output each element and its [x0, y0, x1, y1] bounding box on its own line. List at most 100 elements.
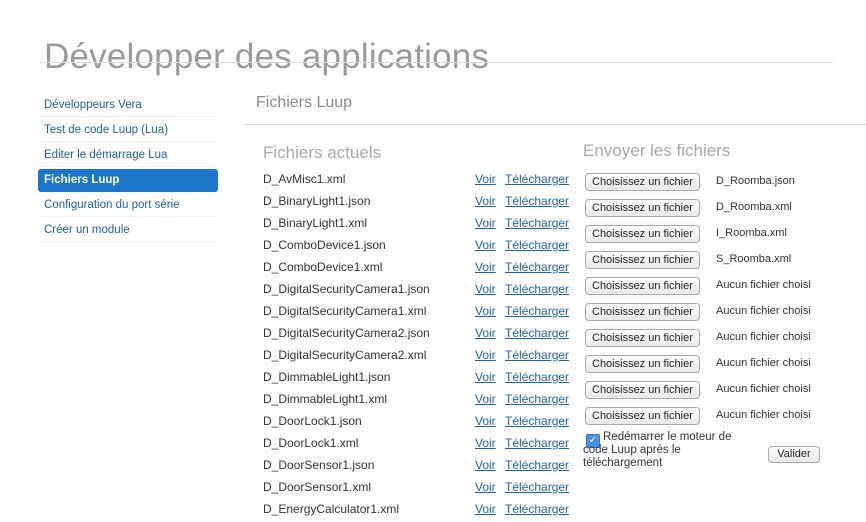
page-title: Développer des applications [44, 37, 490, 77]
choose-file-button[interactable]: Choisissez un fichier [585, 355, 700, 373]
chosen-file-name: Aucun fichier choisi [716, 305, 811, 317]
file-name: D_DigitalSecurityCamera2.json [263, 326, 430, 340]
download-link[interactable]: Télécharger [505, 499, 569, 519]
sidebar-item[interactable]: Editer le démarrage Lua [38, 144, 218, 167]
view-link[interactable]: Voir [475, 411, 496, 431]
file-row: D_DoorSensor1.xml Voir Télécharger [263, 477, 583, 499]
file-name: D_DoorSensor1.xml [263, 480, 372, 494]
file-name: D_ComboDevice1.xml [263, 260, 383, 274]
view-link[interactable]: Voir [475, 433, 496, 453]
upload-row: Choisissez un fichier Aucun fichier chois… [585, 354, 845, 380]
download-link[interactable]: Télécharger [505, 477, 569, 497]
download-link[interactable]: Télécharger [505, 213, 569, 233]
file-row: D_DigitalSecurityCamera2.xml Voir Téléchar… [263, 345, 583, 367]
download-link[interactable]: Télécharger [505, 367, 569, 387]
download-link[interactable]: Télécharger [505, 389, 569, 409]
choose-file-button[interactable]: Choisissez un fichier [585, 407, 700, 425]
download-link[interactable]: Télécharger [505, 323, 569, 343]
current-files-title: Fichiers actuels [263, 143, 382, 162]
file-name: D_DigitalSecurityCamera2.xml [263, 348, 427, 362]
file-row: D_EnergyCalculator1.xml Voir Télécharger [263, 499, 583, 521]
upload-row: Choisissez un fichier D_Roomba.xml [585, 198, 845, 224]
chosen-file-name: I_Roomba.xml [716, 227, 787, 239]
sidebar-item[interactable]: Configuration du port série [38, 194, 218, 217]
download-link[interactable]: Télécharger [505, 279, 569, 299]
view-link[interactable]: Voir [475, 455, 496, 475]
restart-label: Redémarrer le moteur de code Luup après … [583, 431, 732, 469]
file-row: D_ComboDevice1.xml Voir Télécharger [263, 257, 583, 279]
choose-file-button[interactable]: Choisissez un fichier [585, 381, 700, 399]
sidebar-item[interactable]: Test de code Luup (Lua) [38, 119, 218, 142]
view-link[interactable]: Voir [475, 499, 496, 519]
view-link[interactable]: Voir [475, 235, 496, 255]
view-link[interactable]: Voir [475, 191, 496, 211]
choose-file-button[interactable]: Choisissez un fichier [585, 173, 700, 191]
upload-row: Choisissez un fichier I_Roomba.xml [585, 224, 845, 250]
file-name: D_ComboDevice1.json [263, 238, 386, 252]
view-link[interactable]: Voir [475, 323, 496, 343]
file-name: D_DimmableLight1.xml [263, 392, 388, 406]
current-files-list: D_AvMisc1.xml Voir Télécharger D_BinaryLigh… [263, 169, 583, 521]
file-name: D_DoorLock1.json [263, 414, 362, 428]
view-link[interactable]: Voir [475, 213, 496, 233]
view-link[interactable]: Voir [475, 477, 496, 497]
sidebar-item[interactable]: Créer un module [38, 219, 218, 242]
choose-file-button[interactable]: Choisissez un fichier [585, 225, 700, 243]
download-link[interactable]: Télécharger [505, 235, 569, 255]
submit-button[interactable]: Valider [768, 446, 820, 463]
upload-row: Choisissez un fichier Aucun fichier chois… [585, 328, 845, 354]
sidebar-item[interactable]: Développeurs Vera [38, 94, 218, 117]
download-link[interactable]: Télécharger [505, 345, 569, 365]
choose-file-button[interactable]: Choisissez un fichier [585, 199, 700, 217]
file-name: D_DigitalSecurityCamera1.json [263, 282, 430, 296]
file-row: D_DigitalSecurityCamera2.json Voir Télécha… [263, 323, 583, 345]
upload-row: Choisissez un fichier Aucun fichier chois… [585, 276, 845, 302]
download-link[interactable]: Télécharger [505, 191, 569, 211]
file-name: D_DoorSensor1.json [263, 458, 375, 472]
chosen-file-name: Aucun fichier choisi [716, 383, 811, 395]
download-link[interactable]: Télécharger [505, 169, 569, 189]
chosen-file-name: D_Roomba.json [716, 175, 795, 187]
chosen-file-name: D_Roomba.xml [716, 201, 792, 213]
choose-file-button[interactable]: Choisissez un fichier [585, 329, 700, 347]
choose-file-button[interactable]: Choisissez un fichier [585, 277, 700, 295]
file-name: D_BinaryLight1.json [263, 194, 371, 208]
file-row: D_ComboDevice1.json Voir Télécharger [263, 235, 583, 257]
upload-title: Envoyer les fichiers [583, 141, 731, 160]
view-link[interactable]: Voir [475, 169, 496, 189]
file-name: D_AvMisc1.xml [263, 172, 346, 186]
file-row: D_AvMisc1.xml Voir Télécharger [263, 169, 583, 191]
download-link[interactable]: Télécharger [505, 257, 569, 277]
chosen-file-name: Aucun fichier choisi [716, 331, 811, 343]
upload-row: Choisissez un fichier Aucun fichier chois… [585, 380, 845, 406]
upload-row: Choisissez un fichier D_Roomba.json [585, 172, 845, 198]
download-link[interactable]: Télécharger [505, 411, 569, 431]
choose-file-button[interactable]: Choisissez un fichier [585, 251, 700, 269]
upload-row: Choisissez un fichier Aucun fichier chois… [585, 406, 845, 432]
file-row: D_BinaryLight1.json Voir Télécharger [263, 191, 583, 213]
section-title: Fichiers Luup [256, 94, 353, 111]
section-divider [243, 124, 866, 125]
file-row: D_DoorLock1.json Voir Télécharger [263, 411, 583, 433]
view-link[interactable]: Voir [475, 367, 496, 387]
upload-row: Choisissez un fichier Aucun fichier chois… [585, 302, 845, 328]
sidebar-item[interactable]: Fichiers Luup [38, 169, 218, 192]
chosen-file-name: Aucun fichier choisi [716, 357, 811, 369]
view-link[interactable]: Voir [475, 279, 496, 299]
view-link[interactable]: Voir [475, 345, 496, 365]
choose-file-button[interactable]: Choisissez un fichier [585, 303, 700, 321]
file-name: D_EnergyCalculator1.xml [263, 502, 400, 516]
file-row: D_BinaryLight1.xml Voir Télécharger [263, 213, 583, 235]
upload-row: Choisissez un fichier S_Roomba.xml [585, 250, 845, 276]
view-link[interactable]: Voir [475, 389, 496, 409]
download-link[interactable]: Télécharger [505, 301, 569, 321]
file-name: D_DigitalSecurityCamera1.xml [263, 304, 427, 318]
view-link[interactable]: Voir [475, 301, 496, 321]
chosen-file-name: S_Roomba.xml [716, 253, 792, 265]
file-row: D_DoorSensor1.json Voir Télécharger [263, 455, 583, 477]
file-name: D_DoorLock1.xml [263, 436, 359, 450]
file-row: D_DimmableLight1.xml Voir Télécharger [263, 389, 583, 411]
view-link[interactable]: Voir [475, 257, 496, 277]
download-link[interactable]: Télécharger [505, 455, 569, 475]
download-link[interactable]: Télécharger [505, 433, 569, 453]
